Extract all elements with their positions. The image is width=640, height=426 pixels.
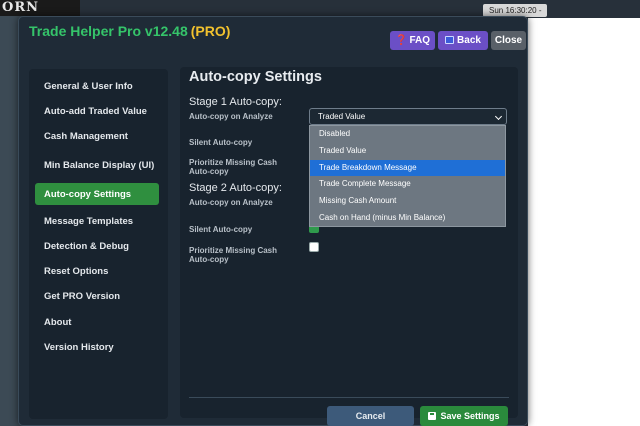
analyze-dropdown-list: Disabled Traded Value Trade Breakdown Me… (309, 125, 506, 227)
save-settings-button[interactable]: Save Settings (420, 406, 508, 426)
auto-copy-settings-panel: Auto-copy Settings Stage 1 Auto-copy: Au… (180, 67, 518, 426)
save-button-label: Save Settings (440, 411, 500, 421)
stage1-analyze-value: Traded Value (318, 112, 366, 121)
save-icon (428, 412, 437, 420)
sidebar-item-label: Reset Options (44, 265, 109, 277)
cancel-button-label: Cancel (355, 411, 386, 421)
sidebar-item-label: Version History (44, 341, 114, 353)
panel-title: Auto-copy Settings (189, 69, 322, 85)
back-button[interactable]: Back (438, 31, 488, 50)
stage1-prioritize-label: Prioritize Missing Cash Auto-copy (189, 158, 278, 176)
dropdown-option[interactable]: Disabled (310, 126, 505, 143)
close-button[interactable]: Close (491, 31, 526, 50)
sidebar-item-label: Auto-copy Settings (44, 188, 132, 200)
sidebar-item-reset-options[interactable]: Reset Options (35, 263, 159, 279)
sidebar-item-get-pro-version[interactable]: Get PRO Version (35, 288, 159, 304)
sidebar-item-label: Get PRO Version (44, 290, 121, 302)
sidebar-item-auto-add-traded-value[interactable]: Auto-add Traded Value (35, 103, 159, 119)
dropdown-option[interactable]: Cash on Hand (minus Min Balance) (310, 210, 505, 227)
sidebar-item-label: Auto-add Traded Value (44, 105, 147, 117)
sidebar-item-label: About (44, 316, 72, 328)
sidebar-item-label: Min Balance Display (UI) (44, 159, 155, 171)
trade-helper-modal: Trade Helper Pro v12.48 (PRO) ❓ FAQ Back C… (18, 16, 528, 426)
sidebar-item-about[interactable]: About (35, 314, 159, 330)
dropdown-option[interactable]: Trade Complete Message (310, 176, 505, 193)
sidebar-item-detection-debug[interactable]: Detection & Debug (35, 238, 159, 254)
modal-title-text: Trade Helper Pro v12.48 (29, 23, 188, 39)
stage1-silent-label: Silent Auto-copy (189, 138, 253, 147)
dropdown-option[interactable]: Traded Value (310, 143, 505, 160)
sidebar-item-label: Cash Management (44, 130, 128, 142)
stage2-silent-label: Silent Auto-copy (189, 225, 253, 234)
stage2-title: Stage 2 Auto-copy: (189, 182, 282, 194)
stage1-analyze-select[interactable]: Traded Value (309, 108, 507, 125)
faq-button[interactable]: ❓ FAQ (390, 31, 435, 50)
sidebar-item-min-balance-display[interactable]: Min Balance Display (UI) (35, 153, 159, 177)
sidebar-item-auto-copy-settings[interactable]: Auto-copy Settings (35, 183, 159, 205)
background-page-right (528, 18, 640, 426)
sidebar-item-label: General & User Info (44, 80, 133, 92)
question-icon: ❓ (394, 35, 408, 46)
back-icon (445, 36, 455, 44)
stage1-title: Stage 1 Auto-copy: (189, 96, 282, 108)
back-button-label: Back (457, 35, 481, 46)
sidebar-item-version-history[interactable]: Version History (35, 339, 159, 355)
stage2-prioritize-checkbox[interactable] (309, 242, 319, 252)
sidebar-item-general-user-info[interactable]: General & User Info (35, 78, 159, 94)
pro-badge: (PRO) (190, 23, 231, 39)
modal-title: Trade Helper Pro v12.48 (PRO) (29, 23, 230, 39)
dropdown-option-highlighted[interactable]: Trade Breakdown Message (310, 159, 505, 177)
dropdown-option[interactable]: Missing Cash Amount (310, 193, 505, 210)
faq-button-label: FAQ (409, 35, 430, 46)
chevron-down-icon (494, 112, 503, 121)
stage2-analyze-label: Auto-copy on Analyze (189, 198, 273, 207)
close-button-label: Close (494, 35, 523, 46)
cancel-button[interactable]: Cancel (327, 406, 414, 426)
stage2-prioritize-label: Prioritize Missing Cash Auto-copy (189, 246, 278, 264)
footer-divider (189, 397, 509, 398)
background-logo: ORN (0, 0, 80, 16)
sidebar-item-message-templates[interactable]: Message Templates (35, 213, 159, 229)
settings-sidebar: General & User Info Auto-add Traded Valu… (29, 69, 168, 419)
stage1-analyze-label: Auto-copy on Analyze (189, 112, 273, 121)
sidebar-item-label: Detection & Debug (44, 240, 129, 252)
sidebar-item-label: Message Templates (44, 215, 134, 227)
sidebar-item-cash-management[interactable]: Cash Management (35, 128, 159, 144)
